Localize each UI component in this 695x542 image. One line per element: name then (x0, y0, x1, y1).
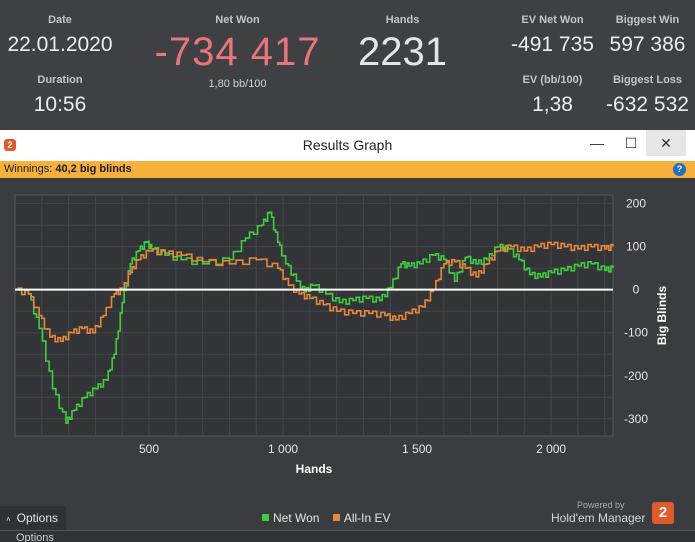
stat-ev-net-won-value: -491 735 (511, 33, 594, 56)
stat-biggest-win-label: Biggest Win (615, 14, 680, 26)
stat-ev-bb100-label: EV (bb/100) (522, 74, 583, 86)
maximize-button[interactable]: ☐ (612, 130, 650, 156)
stat-hands-label: Hands (385, 14, 420, 26)
chevron-up-icon: ˄ (6, 515, 11, 524)
help-icon[interactable]: ? (673, 163, 686, 176)
powered-by-text: Powered by (577, 500, 625, 510)
brand-name: Hold'em Manager (551, 511, 646, 525)
x-tick-label: 500 (139, 442, 159, 456)
x-axis-label: Hands (296, 462, 333, 476)
stat-biggest-win: Biggest Win 597 386 (600, 14, 695, 57)
y-tick-label: -300 (624, 412, 648, 426)
y-tick-label: -200 (624, 369, 648, 383)
y-axis-label: Big Blinds (655, 286, 669, 346)
options-button[interactable]: ˄ Options (0, 506, 66, 530)
net-won-swatch (262, 514, 269, 521)
results-chart: 200 100 0 -100 -200 -300 500 1 000 1 500 2 000 Han… (14, 194, 669, 476)
stat-date: Date 22.01.2020 (0, 14, 120, 57)
x-tick-label: 1 500 (402, 442, 432, 456)
chart-area: 200 100 0 -100 -200 -300 500 1 000 1 500 2 000 Han… (0, 178, 695, 530)
stats-panel: Date 22.01.2020 Duration 10:56 Net Won -… (0, 0, 695, 130)
x-tick-label: 1 000 (268, 442, 298, 456)
stat-ev-bb100: EV (bb/100) 1,38 (500, 74, 605, 117)
chart-legend: Net Won All-In EV (262, 511, 391, 525)
stat-ev-net-won: EV Net Won -491 735 (500, 14, 605, 57)
stat-hands-value: 2231 (358, 30, 447, 74)
legend-all-in-ev-label: All-In EV (343, 511, 391, 525)
options-label: Options (16, 511, 59, 525)
stat-net-won: Net Won -734 417 1,80 bb/100 (135, 14, 340, 90)
stat-biggest-loss-label: Biggest Loss (612, 74, 683, 86)
y-tick-label: 200 (626, 197, 646, 211)
minimize-button[interactable]: — (578, 130, 616, 156)
y-tick-label: -100 (624, 326, 648, 340)
stat-duration-value: 10:56 (33, 93, 87, 116)
winnings-label: Winnings: (4, 163, 53, 175)
title-bar[interactable]: 2 Results Graph — ☐ ✕ (0, 130, 695, 161)
y-tick-label: 0 (633, 283, 640, 297)
winnings-bar: Winnings: 40,2 big blinds ? (0, 161, 695, 178)
results-graph-window: 2 Results Graph — ☐ ✕ Winnings: 40,2 big… (0, 130, 695, 530)
stat-biggest-win-value: 597 386 (609, 33, 686, 56)
bottom-strip (0, 530, 695, 542)
app-root: Date 22.01.2020 Duration 10:56 Net Won -… (0, 0, 695, 542)
stat-ev-bb100-value: 1,38 (532, 93, 573, 116)
stat-duration-label: Duration (37, 74, 83, 86)
legend-net-won-label: Net Won (273, 511, 320, 525)
stat-net-won-label: Net Won (215, 14, 260, 26)
y-tick-label: 100 (626, 240, 646, 254)
all-in-ev-swatch (332, 514, 340, 521)
close-button[interactable]: ✕ (646, 130, 686, 156)
legend-all-in-ev[interactable]: All-In EV (332, 511, 391, 525)
stat-hands: Hands 2231 (345, 14, 460, 75)
x-tick-label: 2 000 (536, 442, 566, 456)
stat-date-value: 22.01.2020 (7, 33, 113, 56)
stat-date-label: Date (48, 14, 72, 26)
stat-duration: Duration 10:56 (0, 74, 120, 117)
brand-logo-icon: 2 (652, 502, 674, 524)
stat-ev-net-won-label: EV Net Won (521, 14, 584, 26)
bottom-options-label[interactable]: Options (16, 532, 54, 542)
stat-biggest-loss: Biggest Loss -632 532 (600, 74, 695, 117)
stat-biggest-loss-value: -632 532 (606, 93, 689, 116)
stat-net-won-sub: 1,80 bb/100 (208, 78, 267, 90)
legend-net-won[interactable]: Net Won (262, 511, 319, 525)
stat-net-won-value: -734 417 (154, 30, 321, 74)
winnings-value: 40,2 big blinds (55, 163, 132, 175)
